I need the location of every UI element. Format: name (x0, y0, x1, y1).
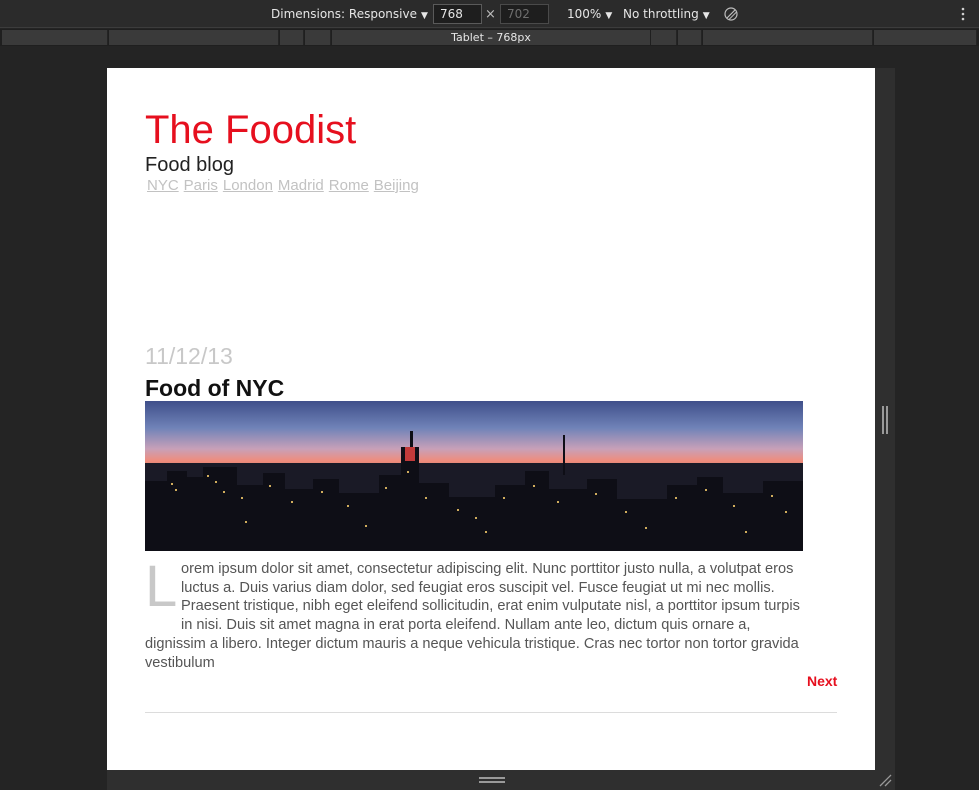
dropcap-spacer (145, 560, 181, 634)
media-query-bar: Tablet – 768px (0, 29, 979, 46)
media-query-segment[interactable] (651, 30, 677, 45)
post-title: Food of NYC (145, 375, 285, 401)
height-input[interactable]: 702 (500, 4, 549, 24)
device-toolbar: Dimensions: Responsive ▼ 768 × 702 100% ▼ … (0, 0, 979, 28)
post-body: orem ipsum dolor sit amet, consectetur a… (145, 560, 805, 672)
nav-link-london[interactable]: London (223, 177, 273, 194)
skyline-illustration (145, 431, 803, 551)
media-query-segment[interactable] (280, 30, 304, 45)
nav-link-nyc[interactable]: NYC (147, 177, 179, 194)
divider (145, 712, 837, 713)
kebab-menu-icon[interactable] (960, 7, 966, 21)
dimensions-label: Dimensions: Responsive (271, 7, 417, 21)
emulated-viewport: The Foodist Food blog NYC Paris London Madr… (107, 68, 875, 770)
media-query-segment[interactable] (2, 30, 108, 45)
right-resize-handle[interactable] (882, 406, 888, 434)
zoom-label: 100% (567, 7, 602, 21)
city-nav: NYC Paris London Madrid Rome Beijing (147, 177, 424, 195)
site-title[interactable]: The Foodist (145, 108, 356, 152)
media-query-segment[interactable] (305, 30, 331, 45)
media-query-tablet[interactable]: Tablet – 768px (332, 30, 650, 45)
corner-resize-icon[interactable] (878, 773, 892, 787)
chevron-down-icon: ▼ (702, 11, 710, 21)
dimensions-dropdown[interactable]: Dimensions: Responsive ▼ (271, 0, 428, 28)
rotate-icon[interactable] (724, 7, 738, 21)
nav-link-rome[interactable]: Rome (329, 177, 369, 194)
media-query-segment[interactable] (874, 30, 977, 45)
width-input[interactable]: 768 (433, 4, 482, 24)
throttling-label: No throttling (623, 7, 699, 21)
bottom-resize-handle[interactable] (479, 777, 505, 783)
throttling-dropdown[interactable]: No throttling ▼ (623, 0, 710, 28)
chevron-down-icon: ▼ (605, 11, 613, 21)
site-tagline: Food blog (145, 154, 234, 176)
post-date: 11/12/13 (145, 343, 233, 369)
media-query-segment[interactable] (109, 30, 279, 45)
chevron-down-icon: ▼ (420, 11, 428, 21)
media-query-segment[interactable] (678, 30, 702, 45)
nav-link-madrid[interactable]: Madrid (278, 177, 324, 194)
post-body-text: orem ipsum dolor sit amet, consectetur a… (145, 561, 800, 671)
nav-link-paris[interactable]: Paris (184, 177, 218, 194)
next-link[interactable]: Next (807, 672, 837, 690)
zoom-dropdown[interactable]: 100% ▼ (567, 0, 612, 28)
nyc-skyline-image (145, 401, 803, 551)
nav-link-beijing[interactable]: Beijing (374, 177, 419, 194)
media-query-segment[interactable] (703, 30, 873, 45)
times-symbol: × (485, 7, 496, 22)
